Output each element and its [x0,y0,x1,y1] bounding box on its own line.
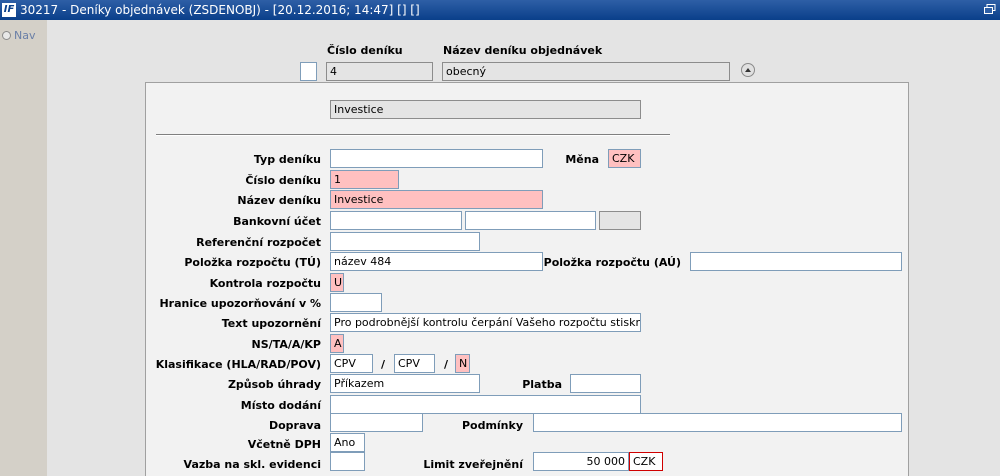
typ-deniku-field[interactable] [330,149,543,168]
ns-ta-field[interactable]: A [330,334,344,353]
app-logo: IF [2,3,16,17]
bankovni-ucet-field-2[interactable] [465,211,596,230]
limit-currency-field[interactable]: CZK [629,452,663,471]
hranice-label: Hranice upozorňování v % [159,297,321,310]
slash-1: / [381,358,386,371]
vcetne-dph-label: Včetně DPH [247,438,321,451]
detail-top-field[interactable]: Investice [330,100,641,119]
header-cislo-field[interactable]: 4 [326,62,433,81]
vcetne-dph-field[interactable]: Ano [330,433,365,452]
klasifikace-label: Klasifikace (HLA/RAD/POV) [155,358,321,371]
vazba-label: Vazba na skl. evidenci [183,458,321,471]
separator [156,134,670,136]
bankovni-ucet-label: Bankovní účet [233,215,321,228]
polozka-au-field[interactable] [690,252,902,271]
klasifikace-hla-field[interactable]: CPV [330,354,373,373]
sidebar: Nav [0,20,47,476]
klasifikace-rad-field[interactable]: CPV [394,354,435,373]
restore-window-icon[interactable] [984,4,996,15]
mena-label: Měna [565,153,599,166]
cislo-deniku-header: Číslo deníku [327,44,403,57]
vazba-field[interactable] [330,452,365,471]
nazev-deniku-label: Název deníku [237,194,321,207]
nav-toggle[interactable]: Nav [2,29,35,42]
nav-label: Nav [14,29,36,42]
podminky-field[interactable] [533,413,902,432]
misto-dodani-label: Místo dodání [240,399,321,412]
cislo-deniku-field[interactable]: 1 [330,170,399,189]
cislo-deniku-label: Číslo deníku [245,174,321,187]
limit-field[interactable]: 50 000 [533,452,629,471]
referencni-rozpocet-label: Referenční rozpočet [196,236,321,249]
zpusob-uhrady-label: Způsob úhrady [227,378,321,391]
bankovni-ucet-field-3[interactable] [599,211,641,230]
typ-deniku-label: Typ deníku [253,153,321,166]
radio-icon [2,31,11,40]
mena-field[interactable]: CZK [608,149,641,168]
slash-2: / [444,358,449,371]
podminky-label: Podmínky [461,419,523,432]
kontrola-rozpoctu-field[interactable]: U [330,273,344,292]
polozka-tu-field[interactable]: název 484 [330,252,543,271]
referencni-rozpocet-field[interactable] [330,232,480,251]
limit-label: Limit zveřejnění [423,458,523,471]
platba-field[interactable] [570,374,641,393]
hranice-field[interactable] [330,293,382,312]
zpusob-uhrady-field[interactable]: Příkazem [330,374,480,393]
nazev-deniku-header: Název deníku objednávek [443,44,603,57]
record-selector[interactable] [300,62,317,81]
collapse-up-icon[interactable] [741,63,755,77]
text-upozorneni-field[interactable]: Pro podrobnější kontrolu čerpání Vašeho … [330,313,641,332]
misto-dodani-field[interactable] [330,395,641,414]
text-upozorneni-label: Text upozornění [221,317,321,330]
nazev-deniku-field[interactable]: Investice [330,190,543,209]
title-bar: IF 30217 - Deníky objednávek (ZSDENOBJ) … [0,0,1000,20]
polozka-tu-label: Položka rozpočtu (TÚ) [184,256,321,269]
doprava-field[interactable] [330,413,423,432]
doprava-label: Doprava [268,419,321,432]
kontrola-rozpoctu-label: Kontrola rozpočtu [209,277,321,290]
klasifikace-pov-field[interactable]: N [455,354,470,373]
bankovni-ucet-field-1[interactable] [330,211,462,230]
header-nazev-field[interactable]: obecný [442,62,730,81]
window-title: 30217 - Deníky objednávek (ZSDENOBJ) - [… [20,3,420,17]
polozka-au-label: Položka rozpočtu (AÚ) [543,256,681,269]
platba-label: Platba [522,378,562,391]
ns-ta-label: NS/TA/A/KP [251,338,321,351]
